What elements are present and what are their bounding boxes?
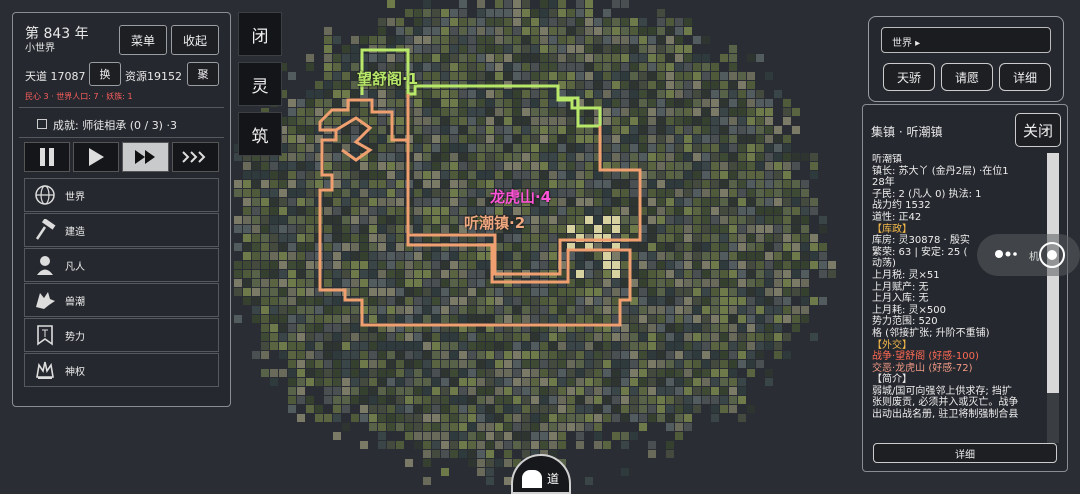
map-label-longhu[interactable]: 龙虎山·4 bbox=[490, 186, 551, 207]
info-line: 上月入库: 无 bbox=[872, 293, 929, 305]
banner-icon bbox=[25, 319, 65, 351]
info-panel-title: 集镇 · 听潮镇 bbox=[871, 125, 943, 139]
achievement-label[interactable]: 成就: 师徒相承 (0 / 3) ·3 bbox=[53, 117, 177, 133]
status-line: 民心 3 · 世界人口: 7 · 妖族: 1 bbox=[25, 92, 133, 101]
world-name: 小世界 bbox=[25, 43, 55, 54]
info-line: 【简介】 bbox=[872, 374, 912, 386]
crown-icon bbox=[25, 354, 65, 386]
info-line: 【外交】 bbox=[872, 339, 912, 351]
scrollbar-track[interactable] bbox=[1047, 153, 1059, 443]
swap-button[interactable]: 换 bbox=[89, 62, 121, 86]
info-line: 子民: 2 (凡人 0) 执法: 1 bbox=[872, 188, 982, 200]
spirit-side-button[interactable]: 灵 bbox=[238, 62, 282, 106]
info-line: 出动出战名册, 驻卫将制强制合县 bbox=[872, 409, 1019, 421]
info-line: 势力范围: 520 bbox=[872, 316, 938, 328]
info-line: 弱城/国可向强邻上供求存; 挡扩 bbox=[872, 385, 1012, 397]
close-side-button[interactable]: 闭 bbox=[238, 12, 282, 56]
info-line: 战争·望舒阁 (好感-100) bbox=[872, 351, 979, 363]
info-line: 上月耗: 灵×500 bbox=[872, 304, 947, 316]
menu-item-2[interactable]: 凡人 bbox=[24, 248, 219, 282]
menu-item-label: 兽潮 bbox=[65, 296, 85, 308]
menu-item-1[interactable]: 建造 bbox=[24, 213, 219, 247]
tianjiao-button[interactable]: 天骄 bbox=[883, 63, 935, 91]
town-info-panel: 集镇 · 听潮镇 关闭 听潮镇 镇长: 苏大丫 (金丹2层) ·在位1 28年 子民:… bbox=[862, 104, 1068, 472]
menu-item-label: 建造 bbox=[65, 226, 85, 238]
info-line: 上月赋产: 无 bbox=[872, 281, 929, 293]
build-side-button[interactable]: 筑 bbox=[238, 112, 282, 156]
triple-arrow-icon bbox=[181, 151, 205, 163]
overlay-text: 机 bbox=[1029, 252, 1039, 263]
info-text: 听潮镇 镇长: 苏大丫 (金丹2层) ·在位1 28年 子民: 2 (凡人 0) 执法… bbox=[872, 154, 1046, 438]
fastest-button[interactable] bbox=[172, 142, 219, 172]
map-tiles bbox=[234, 0, 836, 485]
play-icon bbox=[89, 148, 104, 166]
menu-item-3[interactable]: 兽潮 bbox=[24, 283, 219, 317]
achievement-icon bbox=[37, 119, 47, 129]
menu-item-label: 神权 bbox=[65, 366, 85, 378]
menu-button[interactable]: 菜单 bbox=[119, 25, 167, 55]
slider-dots-icon bbox=[995, 250, 1017, 258]
pause-button[interactable] bbox=[24, 142, 70, 172]
info-line: 交恶·龙虎山 (好感-72) bbox=[872, 362, 973, 374]
map-label-tingchao[interactable]: 听潮镇·2 bbox=[464, 212, 525, 233]
info-line: 张则废贡, 必须并入或灭亡。战争 bbox=[872, 397, 1019, 409]
map-label-wangshu[interactable]: 望舒阁·1 bbox=[357, 68, 418, 89]
menu-item-0[interactable]: 世界 bbox=[24, 178, 219, 212]
tiandao-value: 天道 17087 bbox=[25, 70, 86, 83]
info-line: 28年 bbox=[872, 177, 895, 189]
info-line: 格 (邻接扩张; 升阶不重铺) bbox=[872, 327, 990, 339]
menu-item-label: 凡人 bbox=[65, 261, 85, 273]
petition-button[interactable]: 请愿 bbox=[941, 63, 993, 91]
fast-forward-button[interactable] bbox=[122, 142, 169, 172]
world-box: 世界 ▸ 天骄 请愿 详细 bbox=[868, 16, 1064, 102]
gather-button[interactable]: 聚 bbox=[187, 62, 219, 86]
play-button[interactable] bbox=[73, 142, 119, 172]
wolf-icon bbox=[25, 284, 65, 316]
dao-badge-text: 道 bbox=[547, 472, 560, 486]
speed-slider-overlay[interactable]: 机 bbox=[977, 234, 1080, 276]
info-line: 道性: 正42 bbox=[872, 211, 922, 223]
hammer-icon bbox=[25, 214, 65, 246]
collapse-button[interactable]: 收起 bbox=[171, 25, 219, 55]
details-button[interactable]: 详细 bbox=[999, 63, 1051, 91]
person-icon bbox=[25, 249, 65, 281]
menu-item-5[interactable]: 神权 bbox=[24, 353, 219, 387]
menu-item-label: 世界 bbox=[65, 191, 85, 203]
info-line: 听潮镇 bbox=[872, 154, 902, 165]
info-line: 战力约 1532 bbox=[872, 200, 931, 212]
panel-details-button[interactable]: 详细 bbox=[873, 443, 1057, 463]
fast-forward-icon bbox=[134, 150, 155, 164]
close-panel-button[interactable]: 关闭 bbox=[1015, 113, 1061, 147]
slider-knob-icon[interactable] bbox=[1039, 242, 1065, 268]
resources-value: 资源19152 bbox=[125, 70, 182, 83]
menu-item-label: 势力 bbox=[65, 331, 85, 343]
world-selector[interactable]: 世界 ▸ bbox=[881, 27, 1051, 53]
globe-icon bbox=[25, 179, 65, 211]
menu-item-4[interactable]: 势力 bbox=[24, 318, 219, 352]
pause-icon bbox=[40, 148, 54, 166]
info-line: 镇长: 苏大丫 (金丹2层) ·在位1 bbox=[872, 165, 1009, 177]
